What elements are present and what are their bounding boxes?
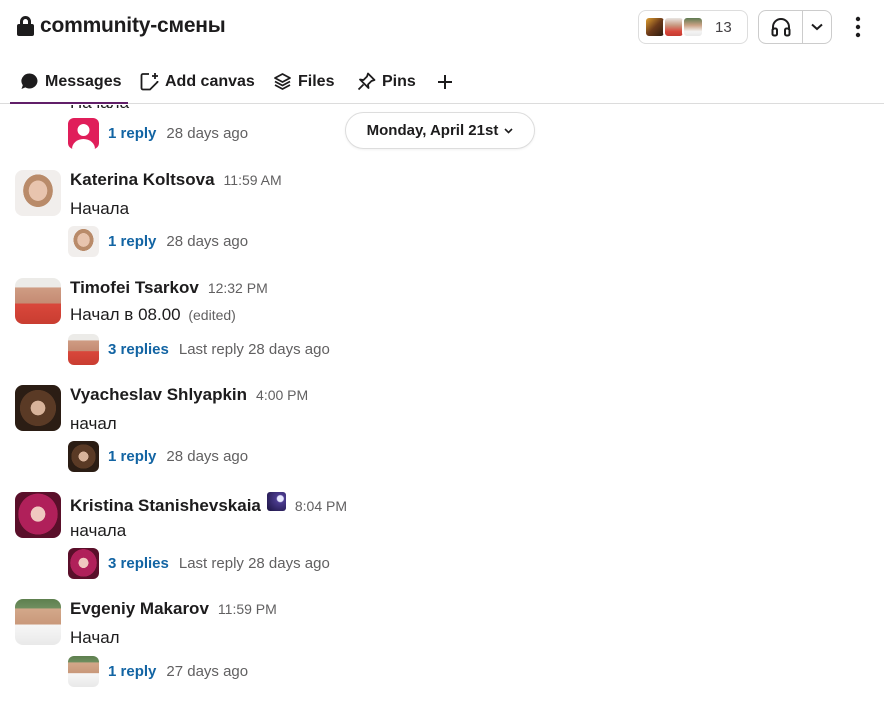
message-text: Начал bbox=[70, 628, 120, 647]
lock-icon bbox=[17, 16, 34, 36]
author-name[interactable]: Katerina Koltsova bbox=[70, 170, 215, 190]
avatar[interactable] bbox=[15, 385, 61, 431]
date-divider-button[interactable]: Monday, April 21st bbox=[345, 112, 535, 149]
tab-add-canvas[interactable]: Add canvas bbox=[140, 60, 255, 103]
tab-label: Messages bbox=[45, 72, 122, 90]
last-reply-time: Last reply 28 days ago bbox=[178, 341, 330, 358]
thread-avatar bbox=[68, 118, 99, 149]
timestamp[interactable]: 4:00 PM bbox=[256, 387, 308, 403]
tab-label: Files bbox=[298, 72, 335, 90]
more-options-icon[interactable] bbox=[848, 14, 868, 40]
status-emoji-icon bbox=[266, 492, 286, 511]
thread-summary[interactable]: 3 replies Last reply 28 days ago bbox=[68, 334, 330, 365]
avatar[interactable] bbox=[15, 278, 61, 324]
thread-summary[interactable]: 3 replies Last reply 28 days ago bbox=[68, 548, 330, 579]
timestamp[interactable]: 11:59 PM bbox=[218, 601, 277, 617]
channel-name: community-смены bbox=[40, 14, 226, 37]
plus-icon bbox=[438, 74, 452, 89]
pin-icon bbox=[357, 72, 376, 91]
thread-avatar bbox=[68, 656, 99, 687]
tab-pins[interactable]: Pins bbox=[357, 60, 416, 103]
thread-summary[interactable]: 1 reply 28 days ago bbox=[68, 118, 248, 149]
tab-messages[interactable]: Messages bbox=[10, 60, 127, 104]
last-reply-time: Last reply 28 days ago bbox=[178, 555, 330, 572]
layers-icon bbox=[274, 73, 291, 90]
huddle-control[interactable] bbox=[758, 10, 832, 44]
timestamp[interactable]: 12:32 PM bbox=[208, 280, 268, 296]
member-avatar bbox=[682, 16, 704, 38]
author-name[interactable]: Kristina Stanishevskaia bbox=[70, 496, 261, 516]
thread-avatar bbox=[68, 441, 99, 472]
thread-summary[interactable]: 1 reply 28 days ago bbox=[68, 441, 248, 472]
tab-label: Add canvas bbox=[165, 72, 255, 90]
thread-avatar bbox=[68, 334, 99, 365]
last-reply-time: 28 days ago bbox=[166, 233, 249, 250]
last-reply-time: 28 days ago bbox=[166, 125, 249, 142]
replies-link[interactable]: 1 reply bbox=[108, 125, 156, 142]
author-name[interactable]: Evgeniy Makarov bbox=[70, 599, 209, 619]
last-reply-time: 27 days ago bbox=[166, 663, 249, 680]
avatar[interactable] bbox=[15, 170, 61, 216]
avatar[interactable] bbox=[15, 492, 61, 538]
date-divider-label: Monday, April 21st bbox=[366, 122, 499, 139]
chevron-down-icon[interactable] bbox=[803, 23, 831, 31]
avatar[interactable] bbox=[15, 599, 61, 645]
replies-link[interactable]: 3 replies bbox=[108, 341, 169, 358]
replies-link[interactable]: 1 reply bbox=[108, 448, 156, 465]
message-bubble-icon bbox=[21, 73, 38, 89]
timestamp[interactable]: 11:59 AM bbox=[224, 172, 282, 188]
replies-link[interactable]: 1 reply bbox=[108, 233, 156, 250]
chevron-down-icon bbox=[504, 127, 513, 134]
message-text: Начала bbox=[70, 199, 130, 218]
tab-files[interactable]: Files bbox=[273, 60, 334, 103]
add-canvas-icon bbox=[140, 73, 159, 91]
channel-header: community-смены 13 bbox=[0, 0, 884, 56]
replies-link[interactable]: 3 replies bbox=[108, 555, 169, 572]
channel-tabs: Messages Add canvas Files Pins bbox=[0, 60, 884, 104]
message-feed: Начала 1 reply 28 days ago Katerina Kolt… bbox=[0, 105, 884, 714]
thread-summary[interactable]: 1 reply 27 days ago bbox=[68, 656, 248, 687]
message-text: Начала bbox=[70, 105, 129, 113]
members-button[interactable]: 13 bbox=[638, 10, 748, 44]
thread-avatar bbox=[68, 548, 99, 579]
replies-link[interactable]: 1 reply bbox=[108, 663, 156, 680]
author-name[interactable]: Vyacheslav Shlyapkin bbox=[70, 385, 247, 405]
message-text: Начал в 08.00 (edited) bbox=[70, 305, 236, 324]
add-tab-button[interactable] bbox=[436, 60, 460, 103]
thread-summary[interactable]: 1 reply 28 days ago bbox=[68, 226, 248, 257]
timestamp[interactable]: 8:04 PM bbox=[295, 498, 347, 514]
last-reply-time: 28 days ago bbox=[166, 448, 249, 465]
tab-label: Pins bbox=[382, 72, 416, 90]
message-text: начала bbox=[70, 521, 127, 540]
channel-title-button[interactable]: community-смены bbox=[17, 14, 226, 38]
thread-avatar bbox=[68, 226, 99, 257]
author-name[interactable]: Timofei Tsarkov bbox=[70, 278, 199, 298]
headphones-icon[interactable] bbox=[759, 11, 803, 43]
member-count: 13 bbox=[715, 18, 732, 36]
message-text: начал bbox=[70, 414, 117, 433]
edited-label: (edited) bbox=[188, 307, 236, 323]
